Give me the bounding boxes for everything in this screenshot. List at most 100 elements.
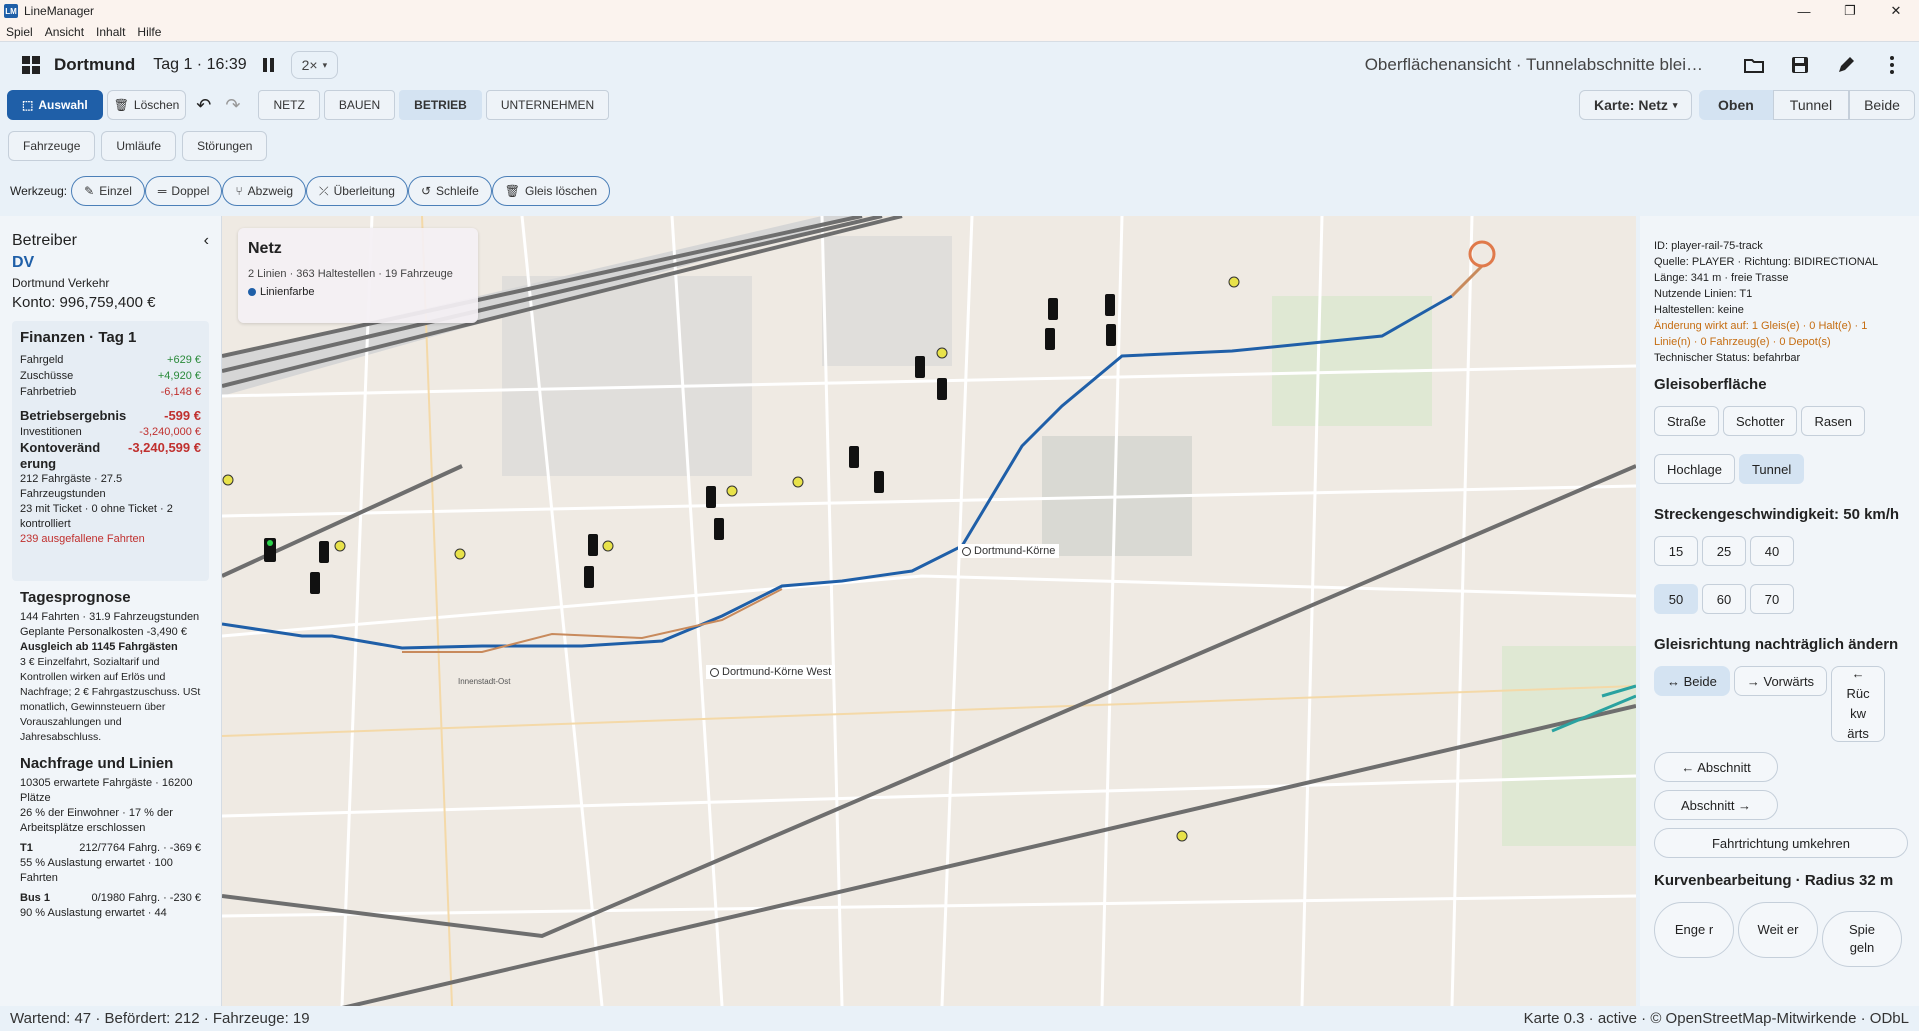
change-warning: Änderung wirkt auf: 1 Gleis(e) · 0 Halt(… [1654,320,1868,348]
section-next-button[interactable]: Abschnitt → [1654,790,1778,820]
view-tunnel-button[interactable]: Tunnel [1772,90,1850,120]
direction-forward-button[interactable]: → Vorwärts [1733,666,1828,696]
tool-bar: Werkzeug: ✎ Einzel ═ Doppel ⑂ Abzweig ⤫ Über… [0,176,1919,206]
tab-unternehmen[interactable]: UNTERNEHMEN [485,90,610,120]
tool-crossover-label: Überleitung [333,184,395,198]
view-top-button[interactable]: Oben [1699,90,1773,120]
view-both-button[interactable]: Beide [1849,90,1915,120]
finance-card: Finanzen · Tag 1 Fahrgeld +629 € Zuschüss… [12,321,209,581]
station-label[interactable]: Dortmund-Körne West [706,665,836,679]
curve-wider-button[interactable]: Weit er [1738,902,1818,958]
tool-double[interactable]: ═ Doppel [144,176,223,206]
tool-delete-track[interactable]: 🗑 Gleis löschen [491,176,611,206]
station-name: Dortmund-Körne [974,545,1056,557]
line-name[interactable]: T1 [20,840,33,856]
network-map[interactable]: Netz 2 Linien · 363 Haltestellen · 19 Fa… [222,216,1636,1006]
menu-inhalt[interactable]: Inhalt [96,25,125,39]
folder-icon[interactable] [1741,52,1767,78]
tool-branch[interactable]: ⑂ Abzweig [222,176,306,206]
demand-expected: 10305 erwartete Fahrgäste · 16200 Plätze [20,777,193,804]
tech-status: Technischer Status: befahrbar [1654,352,1801,364]
curve-mirror-button[interactable]: Spie geln [1822,911,1902,967]
tab-netz[interactable]: NETZ [258,90,320,120]
dashboard-icon[interactable] [22,56,40,74]
reverse-direction-button[interactable]: Fahrtrichtung umkehren [1654,828,1908,858]
passengers-info: 212 Fahrgäste · 27.5 Fahrzeugstunden [20,473,123,500]
track-source: Quelle: PLAYER · Richtung: BIDIRECTIONAL [1654,256,1879,268]
tool-delete-track-label: Gleis löschen [524,184,598,198]
network-card-title: Netz [248,240,282,257]
section-prev-button[interactable]: ← Abschnitt [1654,752,1778,782]
maximize-icon[interactable]: ❐ [1827,0,1873,22]
speed-select[interactable]: 2× ▾ [290,51,339,79]
menu-hilfe[interactable]: Hilfe [137,25,161,39]
map-select[interactable]: Karte: Netz ▾ [1579,90,1693,120]
surface-street-button[interactable]: Straße [1654,406,1720,436]
app-header: Dortmund Tag 1 · 16:39 2× ▾ Oberflächenan… [0,43,1919,87]
tool-single[interactable]: ✎ Einzel [71,176,145,206]
select-icon: ⬚ [22,98,34,112]
track-id: ID: player-rail-75-track [1654,240,1763,252]
speed-title: Streckengeschwindigkeit: 50 km/h [1654,506,1900,523]
surface-grass-button[interactable]: Rasen [1801,406,1866,436]
speed-25-button[interactable]: 25 [1702,536,1746,566]
minimize-icon[interactable]: — [1781,0,1827,22]
pause-icon[interactable] [262,58,277,72]
surface-gravel-button[interactable]: Schotter [1723,406,1798,436]
map-canvas[interactable] [222,216,1636,1006]
vehicles-button[interactable]: Fahrzeuge [8,131,96,161]
level-tunnel-button[interactable]: Tunnel [1738,454,1805,484]
speed-60-button[interactable]: 60 [1702,584,1746,614]
forecast-title: Tagesprognose [20,589,131,606]
tool-branch-label: Abzweig [247,184,293,198]
trash-icon: 🗑 [504,184,520,198]
circulations-button[interactable]: Umläufe [101,131,177,161]
account-balance: Konto: 996,759,400 € [12,294,156,311]
operator-short: DV [12,254,35,271]
finance-row-value: +629 € [167,354,201,366]
track-lines: Nutzende Linien: T1 [1654,288,1753,300]
speed-70-button[interactable]: 70 [1750,584,1794,614]
line-name[interactable]: Bus 1 [20,890,50,906]
tab-betrieb[interactable]: BETRIEB [399,90,482,120]
tab-bauen[interactable]: BAUEN [323,90,396,120]
undo-icon[interactable]: ↶ [196,95,211,116]
operator-title: Betreiber [12,232,77,249]
forecast-staff: Geplante Personalkosten -3,490 € [20,626,187,638]
direction-both-button[interactable]: ↔ Beide [1654,666,1730,696]
speed-50-button[interactable]: 50 [1654,584,1698,614]
save-icon[interactable] [1787,52,1813,78]
tool-loop[interactable]: ↺ Schleife [407,176,492,206]
invest-label: Investitionen [20,426,82,438]
select-button[interactable]: ⬚ Auswahl [7,90,103,120]
menu-ansicht[interactable]: Ansicht [45,25,84,39]
map-select-label: Karte: Netz [1594,97,1668,113]
direction-backward-button[interactable]: ← Rüc kw ärts [1831,666,1886,742]
tickets-info: 23 mit Ticket · 0 ohne Ticket · 2 kontro… [20,503,173,530]
track-inspector: ID: player-rail-75-track Quelle: PLAYER … [1640,216,1919,1006]
station-name: Dortmund-Körne West [722,666,832,678]
disruptions-button[interactable]: Störungen [182,131,268,161]
legend-line-color: Linienfarbe [260,286,315,298]
branch-icon: ⑂ [235,184,243,198]
more-icon[interactable] [1879,52,1905,78]
status-bar: Wartend: 47 · Befördert: 212 · Fahrzeuge… [0,1006,1919,1031]
delete-button[interactable]: 🗑 Löschen [106,90,187,120]
curve-title: Kurvenbearbeitung · Radius 32 m [1654,872,1894,889]
close-icon[interactable]: ✕ [1873,0,1919,22]
invest-value: -3,240,000 € [139,426,201,438]
level-elevated-button[interactable]: Hochlage [1654,454,1735,484]
tool-crossover[interactable]: ⤫ Überleitung [306,176,408,206]
operator-full-name: Dortmund Verkehr [12,276,110,290]
speed-40-button[interactable]: 40 [1750,536,1794,566]
station-label[interactable]: Dortmund-Körne [958,544,1060,558]
menu-spiel[interactable]: Spiel [6,25,33,39]
finance-title: Finanzen · Tag 1 [20,329,137,346]
area-label: Innenstadt-Ost [458,677,511,686]
curve-tighter-button[interactable]: Enge r [1654,902,1734,958]
collapse-icon[interactable]: ‹ [204,232,209,250]
redo-icon[interactable]: ↷ [225,95,240,116]
speed-15-button[interactable]: 15 [1654,536,1698,566]
edit-icon[interactable] [1833,52,1859,78]
operator-panel: Betreiber ‹ DV Dortmund Verkehr Konto: 99… [0,216,222,1006]
